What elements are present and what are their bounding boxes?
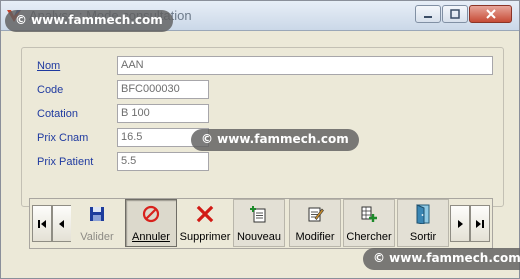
- field-label-prix-cnam: Prix Cnam: [37, 132, 89, 144]
- valider-label: Valider: [80, 231, 114, 243]
- first-record-icon: [38, 219, 46, 228]
- nouveau-button[interactable]: Nouveau: [233, 199, 285, 247]
- chercher-button[interactable]: Chercher: [343, 199, 395, 247]
- field-label-cotation: Cotation: [37, 108, 78, 120]
- watermark: © www.fammech.com: [363, 248, 520, 270]
- red-x-icon: [196, 203, 214, 225]
- app-window: Analyse : Mode consultation Nom AAN Code…: [0, 0, 520, 279]
- previous-record-button[interactable]: [52, 205, 72, 242]
- watermark: © www.fammech.com: [5, 10, 173, 32]
- next-record-button[interactable]: [450, 205, 470, 242]
- annuler-label: Annuler: [132, 231, 170, 243]
- prix-patient-field[interactable]: 5.5: [117, 152, 209, 171]
- field-label-nom: Nom: [37, 60, 61, 72]
- minimize-icon: [424, 16, 432, 18]
- sortir-button[interactable]: Sortir: [397, 199, 449, 247]
- floppy-disk-icon: [88, 203, 106, 225]
- first-record-button[interactable]: [32, 205, 52, 242]
- modifier-label: Modifier: [295, 231, 335, 243]
- nouveau-label: Nouveau: [236, 231, 282, 243]
- field-label-code: Code: [37, 84, 64, 96]
- chercher-label: Chercher: [346, 231, 392, 243]
- previous-record-icon: [59, 219, 64, 228]
- next-record-icon: [458, 219, 463, 228]
- supprimer-label: Supprimer: [179, 231, 231, 243]
- cotation-field[interactable]: B 100: [117, 104, 209, 123]
- no-entry-icon: [142, 203, 160, 225]
- last-record-icon: [476, 219, 484, 228]
- maximize-icon: [450, 9, 460, 19]
- sortir-label: Sortir: [409, 231, 437, 243]
- field-label-prix-patient: Prix Patient: [37, 156, 94, 168]
- watermark: © www.fammech.com: [191, 129, 359, 151]
- annuler-button[interactable]: Annuler: [125, 199, 177, 247]
- exit-door-icon: [414, 203, 432, 225]
- last-record-button[interactable]: [470, 205, 490, 242]
- valider-button[interactable]: Valider: [71, 199, 123, 247]
- nom-field[interactable]: AAN: [117, 56, 493, 75]
- close-icon: [485, 9, 496, 19]
- maximize-button[interactable]: [442, 5, 468, 23]
- minimize-button[interactable]: [415, 5, 441, 23]
- search-grid-icon: [360, 203, 378, 225]
- edit-document-icon: [306, 203, 324, 225]
- supprimer-button[interactable]: Supprimer: [179, 199, 231, 247]
- modifier-button[interactable]: Modifier: [289, 199, 341, 247]
- new-document-icon: [250, 203, 268, 225]
- code-field[interactable]: BFC000030: [117, 80, 209, 99]
- close-button[interactable]: [469, 5, 512, 23]
